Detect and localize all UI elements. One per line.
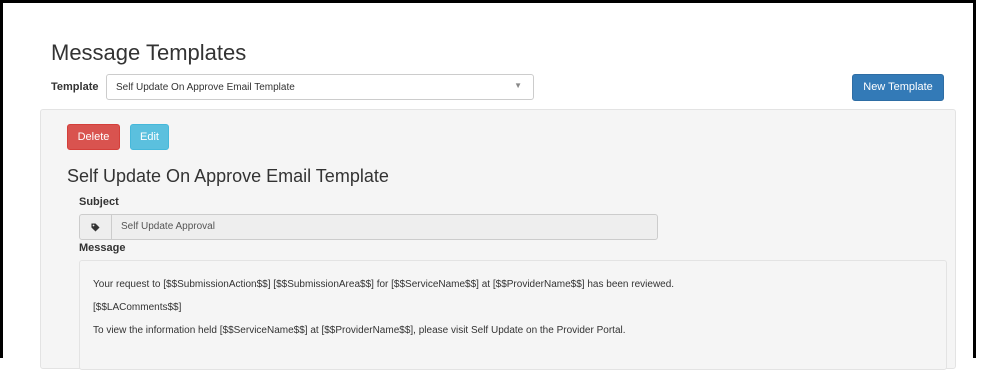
- subject-label: Subject: [79, 196, 119, 208]
- chevron-down-icon: ▼: [514, 81, 522, 90]
- page-title: Message Templates: [51, 40, 247, 65]
- edit-button[interactable]: Edit: [130, 124, 169, 150]
- delete-button[interactable]: Delete: [67, 124, 120, 150]
- template-select-value: Self Update On Approve Email Template: [116, 82, 295, 93]
- template-detail-title: Self Update On Approve Email Template: [67, 166, 389, 186]
- template-select[interactable]: Self Update On Approve Email Template ▼: [106, 74, 534, 100]
- tag-icon: [80, 215, 112, 239]
- subject-value: Self Update Approval: [121, 221, 215, 232]
- message-line: To view the information held [$$ServiceN…: [93, 325, 626, 336]
- message-line: [$$LAComments$$]: [93, 302, 182, 313]
- template-label: Template: [51, 81, 99, 93]
- message-label: Message: [79, 242, 126, 254]
- new-template-button[interactable]: New Template: [852, 74, 944, 101]
- message-line: Your request to [$$SubmissionAction$$] […: [93, 279, 675, 290]
- subject-field: Self Update Approval: [79, 214, 658, 240]
- message-body: [79, 260, 947, 370]
